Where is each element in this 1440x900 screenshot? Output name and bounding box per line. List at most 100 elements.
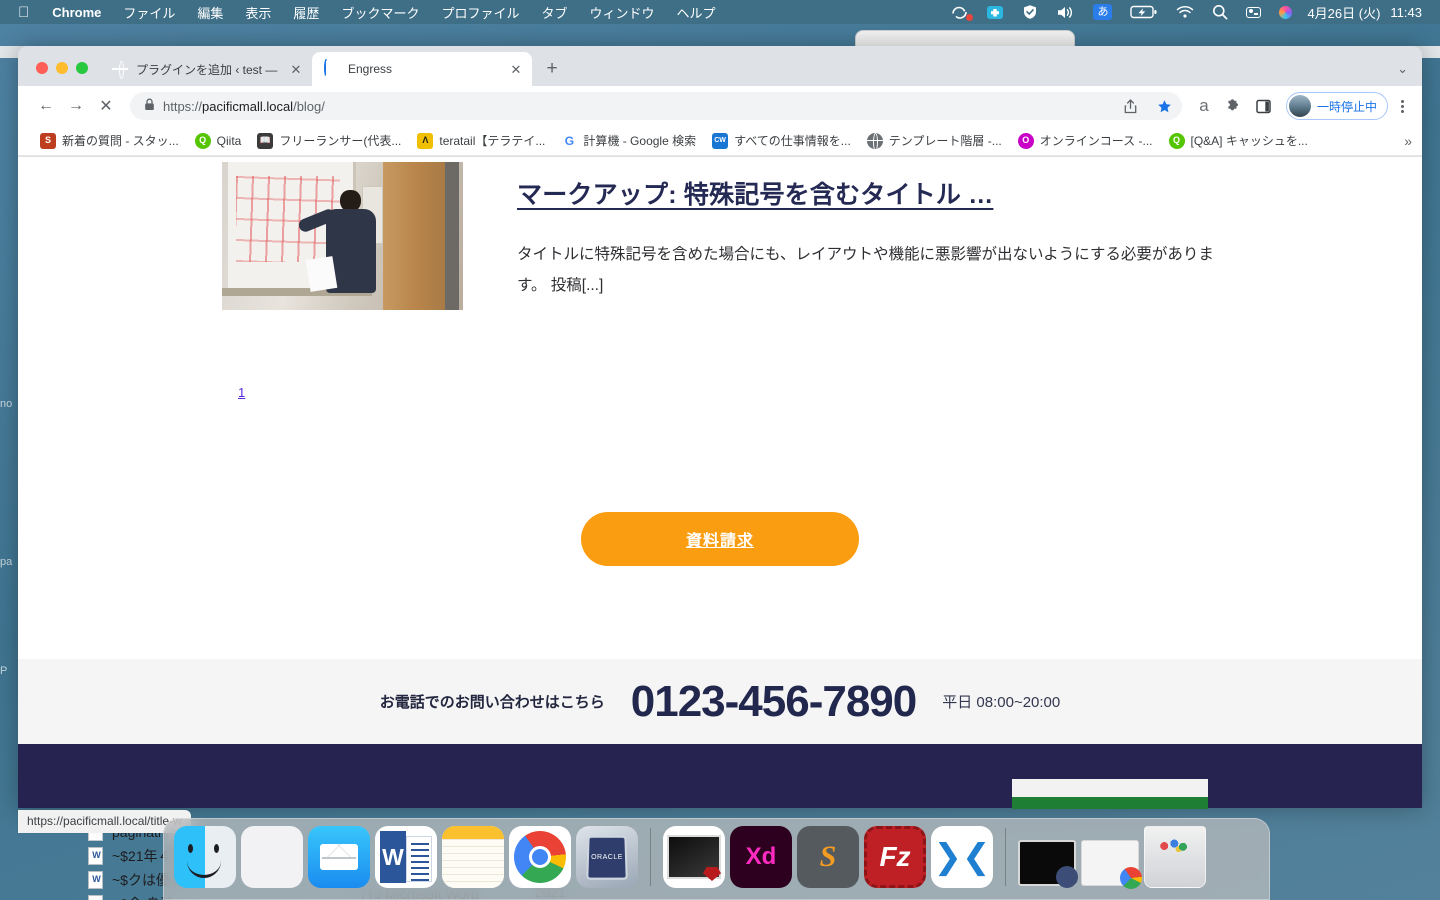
contact-hours: 平日 08:00~20:00 — [942, 694, 1061, 711]
volume-icon[interactable] — [1047, 0, 1084, 24]
menubar-tray: あ 4月26日 (火) 11:43 — [942, 0, 1432, 24]
microsoft-word-icon[interactable]: W — [375, 826, 437, 888]
post-text-block: マークアップ: 特殊記号を含むタイトル … タイトルに特殊記号を含めた場合にも、… — [517, 162, 1422, 310]
bookmark-crowdworks[interactable]: CW すべての仕事情報を... — [704, 130, 859, 151]
bookmark-label: Qiita — [216, 133, 242, 148]
back-arrow-icon[interactable]: ← — [32, 92, 60, 120]
control-center-icon[interactable] — [1237, 0, 1270, 24]
request-materials-button[interactable]: 資料請求 — [581, 512, 859, 566]
dock-separator — [1005, 828, 1006, 886]
minimized-window-virtualbox[interactable] — [1018, 839, 1078, 888]
tab-strip: プラグインを追加 ‹ test — WordP ✕ Engress ✕ + ⌄ — [18, 46, 1422, 86]
shield-icon[interactable] — [1013, 0, 1047, 24]
virtualbox-icon[interactable]: ORACLE — [576, 826, 638, 888]
mac-menu-bar:  Chrome ファイル 編集 表示 履歴 ブックマーク プロファイル タブ … — [0, 0, 1440, 24]
menu-item-bookmarks[interactable]: ブックマーク — [330, 3, 430, 22]
battery-charging-icon[interactable] — [1121, 0, 1167, 24]
input-source-icon[interactable]: あ — [1084, 0, 1121, 24]
menu-item-tab[interactable]: タブ — [530, 3, 578, 22]
menu-item-chrome[interactable]: Chrome — [41, 5, 112, 20]
stop-loading-icon[interactable]: ✕ — [92, 92, 120, 120]
bookmark-teratail[interactable]: Λ teratail【テラテイ... — [409, 130, 553, 151]
close-window-button[interactable] — [36, 62, 48, 74]
tab-title: プラグインを追加 ‹ test — WordP — [136, 62, 280, 77]
close-tab-button[interactable]: ✕ — [508, 61, 524, 77]
bookmark-label: [Q&A] キャッシュを... — [1190, 134, 1308, 148]
chevron-double-right-icon[interactable]: » — [1404, 133, 1412, 149]
filezilla-icon[interactable]: Fz — [864, 826, 926, 888]
menubar-time[interactable]: 11:43 — [1390, 5, 1432, 20]
siri-icon[interactable] — [1270, 0, 1301, 24]
tab-wordpress-plugins[interactable]: プラグインを追加 ‹ test — WordP ✕ — [100, 52, 312, 86]
minimized-window-chrome[interactable] — [1081, 839, 1142, 889]
maximize-window-button[interactable] — [76, 62, 88, 74]
globe-icon — [112, 61, 128, 77]
menu-item-window[interactable]: ウィンドウ — [578, 3, 665, 22]
profile-button[interactable]: 一時停止中 — [1285, 92, 1388, 120]
contact-phone-number[interactable]: 0123-456-7890 — [631, 679, 917, 724]
adobe-xd-icon[interactable]: Xd — [730, 826, 792, 888]
close-tab-button[interactable]: ✕ — [288, 61, 304, 77]
word-document-icon — [88, 847, 104, 865]
menu-item-history[interactable]: 履歴 — [282, 3, 330, 22]
chrome-badge-icon — [1120, 866, 1142, 889]
address-bar[interactable]: https://pacificmall.local/blog/ — [130, 92, 1182, 120]
profile-label: 一時停止中 — [1316, 99, 1377, 114]
minimize-window-button[interactable] — [56, 62, 68, 74]
bookmark-qiita[interactable]: Q Qiita — [187, 131, 250, 151]
forward-arrow-icon[interactable]: → — [62, 92, 90, 120]
browser-toolbar: ← → ✕ https://pacificmall.local/blog/ a … — [18, 86, 1422, 126]
apple-logo-icon[interactable]:  — [8, 5, 41, 20]
pagination-page-1[interactable]: 1 — [238, 385, 245, 400]
bookmark-udemy[interactable]: Ο オンラインコース -... — [1010, 130, 1161, 151]
amazon-assistant-icon[interactable]: a — [1190, 92, 1218, 120]
finder-icon[interactable] — [174, 826, 236, 888]
bookmark-qa-cache[interactable]: Q [Q&A] キャッシュを... — [1161, 130, 1316, 151]
three-dot-menu-icon[interactable] — [1390, 99, 1414, 113]
menu-item-view[interactable]: 表示 — [234, 3, 282, 22]
screenshot-icon[interactable] — [977, 0, 1013, 24]
bookmark-google-search[interactable]: G 計算機 - Google 検索 — [553, 130, 704, 151]
menubar-date[interactable]: 4月26日 (火) — [1301, 3, 1390, 22]
book-icon: 📖 — [257, 132, 274, 149]
bookmark-star-icon[interactable] — [1152, 93, 1178, 119]
crowdworks-icon: CW — [712, 132, 729, 149]
cta-section: 資料請求 — [18, 512, 1422, 566]
share-icon[interactable] — [1118, 93, 1144, 119]
trash-icon[interactable] — [1144, 826, 1206, 888]
post-thumbnail[interactable] — [222, 162, 463, 310]
chrome-browser-window: プラグインを追加 ‹ test — WordP ✕ Engress ✕ + ⌄ … — [18, 46, 1422, 808]
bookmark-freelancer[interactable]: 📖 フリーランサー(代表... — [249, 130, 409, 151]
spotlight-search-icon[interactable] — [1203, 0, 1237, 24]
tab-engress[interactable]: Engress ✕ — [312, 52, 532, 86]
bookmark-label: すべての仕事情報を... — [734, 134, 851, 148]
google-chrome-icon[interactable] — [509, 826, 571, 888]
chevron-down-icon[interactable]: ⌄ — [1397, 61, 1408, 77]
post-title-link[interactable]: マークアップ: 特殊記号を含むタイトル … — [517, 181, 993, 209]
mail-icon[interactable] — [308, 826, 370, 888]
door-shape — [383, 162, 445, 310]
teratail-icon: Λ — [417, 132, 434, 149]
bookmark-stackoverflow[interactable]: S 新着の質問 - スタッ... — [32, 130, 187, 151]
launchpad-icon[interactable] — [241, 826, 303, 888]
menu-item-edit[interactable]: 編集 — [186, 3, 234, 22]
dropbox-icon[interactable] — [942, 0, 977, 24]
side-panel-icon[interactable] — [1250, 92, 1278, 120]
new-tab-button[interactable]: + — [538, 54, 566, 82]
visual-studio-code-icon[interactable]: ❯❮ — [931, 826, 993, 888]
sublime-text-icon[interactable]: S — [797, 826, 859, 888]
wifi-icon[interactable] — [1167, 0, 1203, 24]
extensions-puzzle-icon[interactable] — [1220, 92, 1248, 120]
word-document-icon — [88, 871, 104, 889]
desktop-edge-text-1: no — [0, 398, 13, 410]
terminal-icon[interactable] — [663, 826, 725, 888]
menu-item-profiles[interactable]: プロファイル — [430, 3, 530, 22]
menu-item-file[interactable]: ファイル — [112, 3, 186, 22]
notes-icon[interactable] — [442, 826, 504, 888]
bookmark-template-hierarchy[interactable]: テンプレート階層 -... — [859, 130, 1010, 151]
lock-icon — [144, 98, 155, 114]
menu-item-help[interactable]: ヘルプ — [666, 3, 727, 22]
bookmark-label: フリーランサー(代表... — [279, 134, 402, 148]
page-viewport: マークアップ: 特殊記号を含むタイトル … タイトルに特殊記号を含めた場合にも、… — [18, 157, 1422, 808]
address-bar-url: https://pacificmall.local/blog/ — [163, 98, 325, 114]
